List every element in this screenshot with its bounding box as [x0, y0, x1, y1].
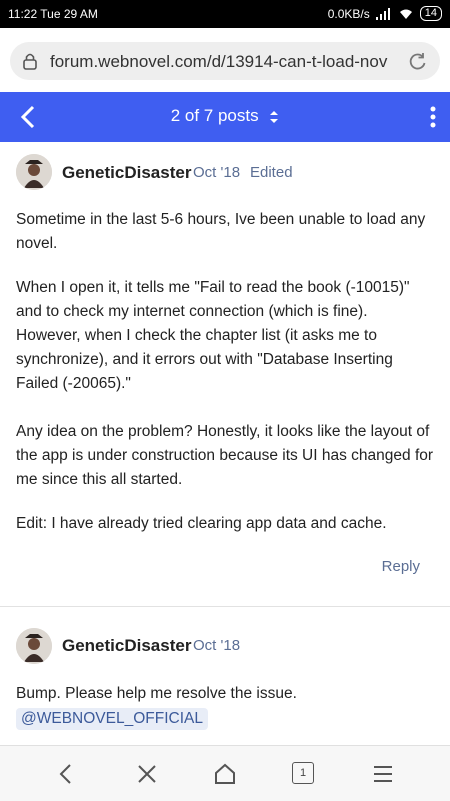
post-divider: [0, 606, 450, 607]
post-author[interactable]: GeneticDisaster: [62, 636, 191, 656]
post-paragraph: When I open it, it tells me "Fail to rea…: [16, 279, 410, 392]
network-speed: 0.0KB/s: [327, 6, 370, 21]
edited-label[interactable]: Edited: [250, 164, 293, 181]
avatar-image: [16, 628, 52, 664]
avatar-image: [16, 154, 52, 190]
post-navigation-bar: 2 of 7 posts: [0, 92, 450, 142]
post-paragraph: Bump. Please help me resolve the issue.: [16, 685, 297, 702]
reply-button[interactable]: Reply: [382, 558, 420, 575]
signal-icon: [375, 7, 390, 20]
status-indicators: 0.0KB/s 14: [328, 6, 442, 21]
user-mention-link[interactable]: @WEBNOVEL_OFFICIAL: [16, 708, 208, 730]
post-date[interactable]: Oct '18: [193, 164, 240, 181]
wifi-icon: [399, 9, 412, 19]
post-paragraph: Sometime in the last 5-6 hours, Ive been…: [16, 211, 426, 252]
sort-chevron-icon: [270, 110, 279, 123]
status-bar: 11:22 Tue 29 AM 0.0KB/s 14: [0, 0, 450, 28]
nav-back-icon[interactable]: [55, 762, 79, 786]
reload-icon[interactable]: [408, 51, 428, 71]
tab-count: 1: [292, 762, 314, 784]
menu-icon[interactable]: [371, 762, 395, 786]
lock-icon: [23, 53, 37, 70]
tabs-icon[interactable]: 1: [292, 762, 316, 786]
close-icon[interactable]: [135, 762, 159, 786]
post-author[interactable]: GeneticDisaster: [62, 163, 191, 183]
avatar[interactable]: [16, 628, 52, 664]
post-counter[interactable]: 2 of 7 posts: [0, 106, 450, 126]
browser-bottom-bar: 1: [0, 745, 450, 801]
status-date: Tue 29 AM: [40, 7, 98, 21]
home-icon[interactable]: [213, 762, 237, 786]
status-time-date: 11:22 Tue 29 AM: [8, 7, 98, 21]
address-field[interactable]: forum.webnovel.com/d/13914-can-t-load-no…: [10, 42, 440, 80]
avatar[interactable]: [16, 154, 52, 190]
battery-icon: 14: [419, 6, 442, 21]
more-vert-icon[interactable]: [430, 106, 436, 128]
post-date[interactable]: Oct '18: [193, 637, 240, 654]
status-time: 11:22: [8, 7, 38, 21]
post-counter-label: 2 of 7 posts: [170, 106, 259, 125]
post-paragraph: Edit: I have already tried clearing app …: [16, 515, 387, 532]
post-paragraph: Any idea on the problem? Honestly, it lo…: [16, 423, 434, 488]
browser-url-bar: forum.webnovel.com/d/13914-can-t-load-no…: [0, 28, 450, 92]
url-text[interactable]: forum.webnovel.com/d/13914-can-t-load-no…: [50, 52, 402, 72]
